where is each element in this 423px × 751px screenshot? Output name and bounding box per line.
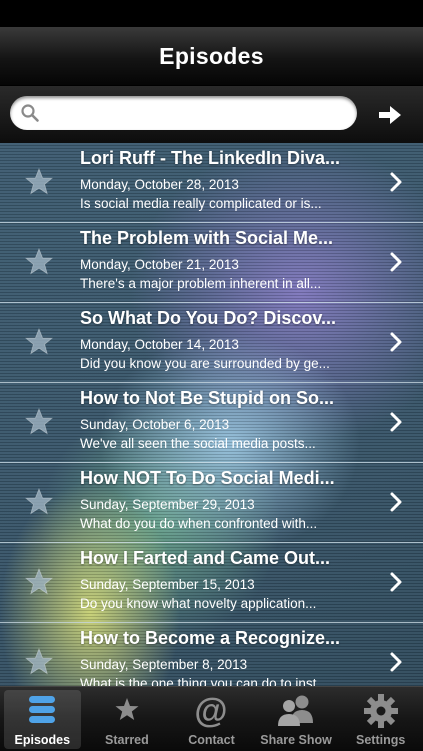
episode-description: We've all seen the social media posts... — [80, 436, 316, 451]
episode-row[interactable]: The Problem with Social Me... Monday, Oc… — [0, 223, 423, 303]
star-icon[interactable] — [24, 327, 54, 357]
episode-title: The Problem with Social Me... — [80, 228, 334, 248]
search-go-button[interactable] — [372, 100, 408, 130]
tab-bar: Episodes Starred @ Contact Share Show Se… — [0, 686, 423, 751]
episode-title: How NOT To Do Social Medi... — [80, 468, 335, 488]
search-field[interactable] — [10, 96, 357, 130]
search-icon — [21, 104, 39, 122]
episode-title: How to Not Be Stupid on So... — [80, 388, 334, 408]
episode-date: Sunday, October 6, 2013 — [80, 417, 230, 432]
episode-title: How I Farted and Came Out... — [80, 548, 331, 568]
arrow-right-icon — [379, 106, 401, 124]
episode-description: There's a major problem inherent in all.… — [80, 276, 322, 291]
star-icon[interactable] — [24, 487, 54, 517]
episode-description: What do you do when confronted with... — [80, 516, 318, 531]
chevron-right-icon — [390, 412, 402, 432]
chevron-right-icon — [390, 572, 402, 592]
star-icon — [115, 698, 139, 720]
episode-title: So What Do You Do? Discov... — [80, 308, 337, 328]
at-sign-icon: @ — [195, 693, 228, 729]
status-bar — [0, 0, 423, 27]
episode-date: Sunday, September 8, 2013 — [80, 657, 248, 672]
navigation-bar: Episodes — [0, 27, 423, 86]
star-icon[interactable] — [24, 407, 54, 437]
episode-date: Monday, October 28, 2013 — [80, 177, 239, 192]
tab-starred[interactable]: Starred — [85, 687, 170, 751]
episode-date: Sunday, September 29, 2013 — [80, 497, 255, 512]
search-bar — [0, 86, 423, 143]
episode-row[interactable]: So What Do You Do? Discov... Monday, Oct… — [0, 303, 423, 383]
svg-text:@: @ — [195, 693, 228, 729]
episode-row[interactable]: How I Farted and Came Out... Sunday, Sep… — [0, 543, 423, 623]
star-icon[interactable] — [24, 647, 54, 677]
episode-description: Do you know what novelty application... — [80, 596, 317, 611]
star-icon[interactable] — [24, 247, 54, 277]
chevron-right-icon — [390, 652, 402, 672]
episodes-icon — [29, 696, 56, 723]
people-icon — [278, 695, 314, 726]
episode-date: Monday, October 21, 2013 — [80, 257, 239, 272]
episode-title: Lori Ruff - The LinkedIn Diva... — [80, 148, 341, 168]
episode-row[interactable]: Lori Ruff - The LinkedIn Diva... Monday,… — [0, 143, 423, 223]
star-icon[interactable] — [24, 167, 54, 197]
tab-contact[interactable]: @ Contact — [169, 687, 254, 751]
tab-label: Contact — [188, 733, 235, 747]
page-title: Episodes — [159, 42, 264, 69]
chevron-right-icon — [390, 252, 402, 272]
episode-row[interactable]: How to Not Be Stupid on So... Sunday, Oc… — [0, 383, 423, 463]
episode-date: Sunday, September 15, 2013 — [80, 577, 255, 592]
tab-share-show[interactable]: Share Show — [254, 687, 339, 751]
gear-icon — [363, 694, 398, 728]
chevron-right-icon — [390, 332, 402, 352]
tab-label: Episodes — [14, 733, 71, 747]
search-input[interactable] — [48, 100, 347, 128]
chevron-right-icon — [390, 492, 402, 512]
star-icon[interactable] — [24, 567, 54, 597]
episode-row[interactable]: How NOT To Do Social Medi... Sunday, Sep… — [0, 463, 423, 543]
episode-date: Monday, October 14, 2013 — [80, 337, 239, 352]
episode-row[interactable]: How to Become a Recognize... Sunday, Sep… — [0, 623, 423, 686]
episode-list[interactable]: Lori Ruff - The LinkedIn Diva... Monday,… — [0, 143, 423, 686]
tab-label: Settings — [356, 733, 406, 747]
tab-episodes[interactable]: Episodes — [0, 687, 85, 751]
tab-label: Share Show — [260, 733, 332, 747]
episode-description: Did you know you are surrounded by ge... — [80, 356, 330, 371]
tab-label: Starred — [105, 733, 149, 747]
episode-description: Is social media really complicated or is… — [80, 196, 322, 211]
episode-title: How to Become a Recognize... — [80, 628, 341, 648]
episode-description: What is the one thing you can do to inst… — [80, 676, 328, 686]
tab-settings[interactable]: Settings — [338, 687, 423, 751]
chevron-right-icon — [390, 172, 402, 192]
